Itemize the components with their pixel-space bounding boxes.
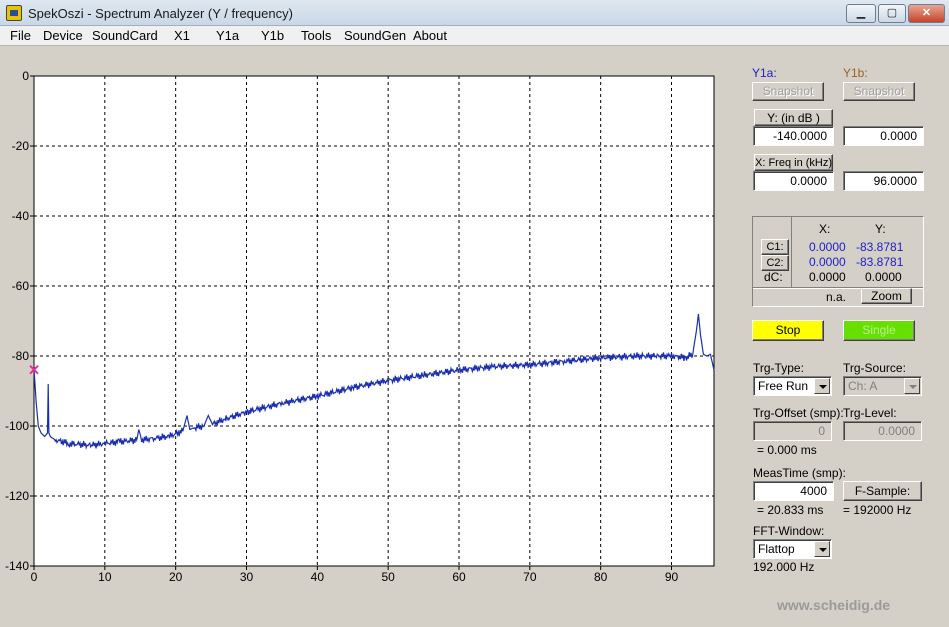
dc-x-value: 0.0000 <box>809 270 846 284</box>
meastime-field[interactable]: 4000 <box>753 481 834 501</box>
trg-type-select[interactable]: Free Run <box>753 376 832 396</box>
x-tick-label: 80 <box>594 570 608 584</box>
c1-x-value: 0.0000 <box>809 240 846 254</box>
stop-button[interactable]: Stop <box>752 320 824 341</box>
trg-offset-ms: = 0.000 ms <box>757 443 817 457</box>
x-min-field[interactable]: 0.0000 <box>753 171 834 191</box>
y-tick-label: -80 <box>12 349 30 363</box>
y1a-snapshot-button[interactable]: Snapshot <box>752 82 824 101</box>
y1a-label: Y1a: <box>752 66 777 80</box>
menu-device[interactable]: Device <box>43 28 83 43</box>
y-tick-label: -60 <box>12 279 30 293</box>
fsample-value: = 192000 Hz <box>843 503 912 517</box>
cursor-x-header: X: <box>819 222 831 236</box>
chevron-down-icon <box>904 378 920 394</box>
meastime-ms: = 20.833 ms <box>757 503 824 517</box>
x-tick-label: 0 <box>31 570 38 584</box>
c1-button[interactable]: C1: <box>761 239 789 255</box>
zoom-button[interactable]: Zoom <box>861 288 912 304</box>
meastime-label: MeasTime (smp): <box>753 466 846 480</box>
app-icon <box>6 5 22 21</box>
x-tick-label: 60 <box>452 570 466 584</box>
fft-window-label: FFT-Window: <box>753 524 825 538</box>
x-tick-label: 40 <box>311 570 325 584</box>
x-tick-label: 90 <box>665 570 679 584</box>
y-tick-label: 0 <box>22 69 29 83</box>
y1b-snapshot-button[interactable]: Snapshot <box>843 82 915 101</box>
x-tick-label: 70 <box>523 570 537 584</box>
trg-source-label: Trg-Source: <box>843 361 906 375</box>
cursor-divider-vertical <box>791 217 792 287</box>
menu-bar: File Device SoundCard X1 Y1a Y1b Tools S… <box>0 26 949 46</box>
trg-offset-label: Trg-Offset (smp): <box>753 406 844 420</box>
close-button[interactable]: ✕ <box>908 4 945 23</box>
spectrum-chart[interactable]: 0 10 20 30 40 50 60 70 80 90 0 -20 -40 -60 -80 -100 -120… <box>0 47 740 627</box>
trg-source-value: Ch: A <box>848 379 878 393</box>
close-icon: ✕ <box>921 7 932 19</box>
menu-tools[interactable]: Tools <box>301 28 331 43</box>
x-tick-label: 50 <box>381 570 395 584</box>
y-tick-label: -100 <box>5 419 29 433</box>
c2-button[interactable]: C2: <box>761 255 789 271</box>
trg-level-label: Trg-Level: <box>843 406 897 420</box>
cursor-readout: X: Y: C1: 0.0000 -83.8781 C2: 0.0000 -83… <box>752 216 924 307</box>
menu-x1[interactable]: X1 <box>174 28 190 43</box>
trg-offset-field[interactable]: 0 <box>753 421 832 441</box>
cursor-y-header: Y: <box>875 222 886 236</box>
trg-type-label: Trg-Type: <box>753 361 804 375</box>
y-units-button[interactable]: Y: (in dB ) <box>754 109 833 126</box>
minimize-button[interactable]: ▁ <box>846 4 876 23</box>
x-tick-label: 10 <box>98 570 112 584</box>
y-max-field[interactable]: 0.0000 <box>843 126 924 146</box>
watermark: www.scheidig.de <box>777 597 891 613</box>
y-tick-label: -20 <box>12 139 30 153</box>
y1b-label: Y1b: <box>843 66 868 80</box>
spectrum-plot-area: 0 10 20 30 40 50 60 70 80 90 0 -20 -40 -60 -80 -100 -120… <box>0 47 740 627</box>
x-max-field[interactable]: 96.0000 <box>843 171 924 191</box>
c2-x-value: 0.0000 <box>809 255 846 269</box>
menu-soundgen[interactable]: SoundGen <box>344 28 406 43</box>
trg-level-field[interactable]: 0.0000 <box>843 421 922 441</box>
dc-y-value: 0.0000 <box>865 270 902 284</box>
y-tick-label: -140 <box>5 559 29 573</box>
menu-about[interactable]: About <box>413 28 447 43</box>
control-panel: Y1a: Y1b: Snapshot Snapshot Y: (in dB ) … <box>740 47 949 627</box>
y-tick-label: -120 <box>5 489 29 503</box>
x-tick-label: 20 <box>169 570 183 584</box>
y-min-field[interactable]: -140.0000 <box>753 126 834 146</box>
title-bar: SpekOszi - Spectrum Analyzer (Y / freque… <box>0 0 949 26</box>
fft-window-select[interactable]: Flattop <box>753 539 832 559</box>
x-tick-label: 30 <box>240 570 254 584</box>
trg-type-value: Free Run <box>758 379 809 393</box>
menu-y1a[interactable]: Y1a <box>216 28 239 43</box>
dc-label: dC: <box>764 270 783 284</box>
plot-background <box>33 75 715 567</box>
menu-file[interactable]: File <box>10 28 31 43</box>
chevron-down-icon <box>814 378 830 394</box>
fsample-button[interactable]: F-Sample: <box>843 481 922 501</box>
fft-window-value: Flattop <box>758 542 795 556</box>
c1-y-value: -83.8781 <box>856 240 904 254</box>
chevron-down-icon <box>814 541 830 557</box>
fft-rate: 192.000 Hz <box>753 560 815 574</box>
trg-source-select[interactable]: Ch: A <box>843 376 922 396</box>
maximize-button[interactable]: ▢ <box>878 4 906 23</box>
y-tick-label: -40 <box>12 209 30 223</box>
menu-y1b[interactable]: Y1b <box>261 28 284 43</box>
na-label: n.a. <box>826 290 847 304</box>
maximize-icon: ▢ <box>886 7 898 19</box>
menu-soundcard[interactable]: SoundCard <box>92 28 158 43</box>
x-units-button[interactable]: X: Freq in (kHz) <box>754 154 833 171</box>
single-button[interactable]: Single <box>843 320 915 341</box>
minimize-icon: ▁ <box>856 7 866 19</box>
c2-y-value: -83.8781 <box>856 255 904 269</box>
window-title: SpekOszi - Spectrum Analyzer (Y / freque… <box>28 6 293 21</box>
